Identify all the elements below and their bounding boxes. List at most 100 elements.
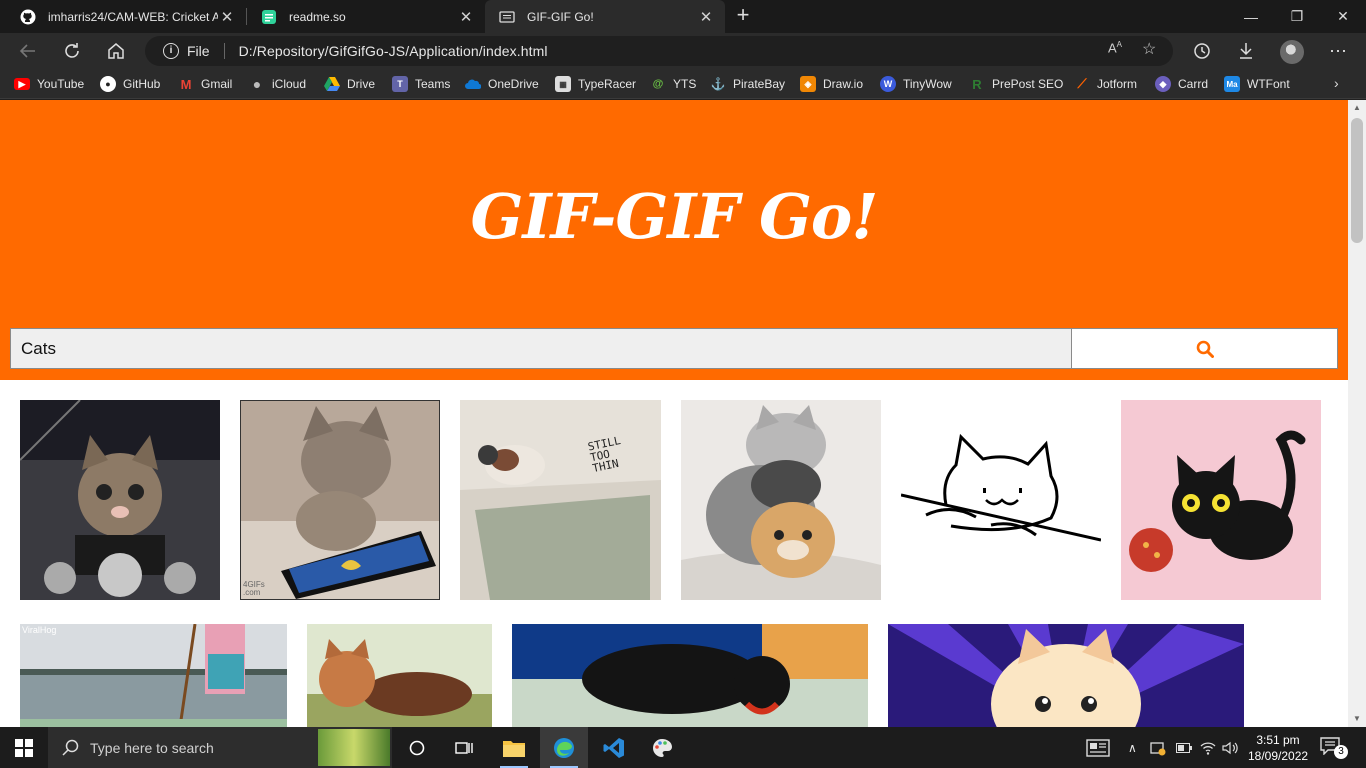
volume-icon[interactable] bbox=[1222, 727, 1238, 768]
github-icon bbox=[20, 9, 36, 25]
search-input[interactable]: Cats bbox=[10, 328, 1072, 369]
tab-strip: imharris24/CAM-WEB: Cricket Ac ✕ readme.… bbox=[0, 0, 1366, 33]
bookmark-carrd[interactable]: ◆ Carrd bbox=[1155, 75, 1208, 93]
minimize-button[interactable]: — bbox=[1228, 0, 1274, 33]
start-button[interactable] bbox=[0, 727, 48, 768]
bookmark-drawio[interactable]: ◈ Draw.io bbox=[800, 75, 863, 93]
search-icon bbox=[62, 739, 79, 756]
drawio-icon: ◈ bbox=[800, 76, 816, 92]
bookmark-typeracer[interactable]: ▦ TypeRacer bbox=[555, 75, 636, 93]
refresh-button[interactable] bbox=[58, 37, 86, 65]
bookmark-drive[interactable]: Drive bbox=[324, 75, 375, 93]
chevron-right-icon[interactable]: › bbox=[1334, 75, 1339, 91]
cat-bathtub-gif[interactable]: STILL TOO THIN bbox=[460, 400, 661, 600]
windows-taskbar: Type here to search ∧ 3:51 pm 18/09/2022 bbox=[0, 727, 1366, 768]
bookmark-teams[interactable]: T Teams bbox=[392, 75, 450, 93]
address-url[interactable]: D:/Repository/GifGifGo-JS/Application/in… bbox=[239, 43, 548, 59]
scroll-up-icon[interactable]: ▲ bbox=[1348, 100, 1366, 116]
history-button[interactable] bbox=[1188, 37, 1216, 65]
bookmark-label: YTS bbox=[673, 77, 697, 91]
bookmark-tinywow[interactable]: W TinyWow bbox=[880, 75, 952, 93]
gif-watermark: 4GIFs .com bbox=[243, 580, 265, 597]
security-icon[interactable] bbox=[1150, 727, 1166, 768]
bookmark-prepostseo[interactable]: R PrePost SEO bbox=[969, 75, 1063, 93]
cortana-button[interactable] bbox=[393, 727, 441, 768]
paddleboard-gif[interactable]: ViralHog bbox=[20, 624, 287, 727]
vscode-icon bbox=[603, 737, 624, 758]
home-icon bbox=[108, 43, 124, 59]
bookmark-wtfont[interactable]: Ma WTFont bbox=[1224, 75, 1290, 93]
bookmark-onedrive[interactable]: OneDrive bbox=[465, 75, 539, 93]
cat-horse-gif[interactable] bbox=[307, 624, 492, 727]
bookmark-youtube[interactable]: ▶ YouTube bbox=[14, 75, 84, 93]
address-divider bbox=[223, 43, 225, 59]
kitten-phone-game-gif[interactable]: 4GIFs .com bbox=[240, 400, 440, 600]
tab-gifgifgo[interactable]: GIF-GIF Go! ✕ bbox=[485, 0, 725, 33]
task-view-button[interactable] bbox=[440, 727, 488, 768]
scroll-down-icon[interactable]: ▼ bbox=[1348, 711, 1366, 727]
profile-avatar[interactable] bbox=[1280, 40, 1304, 64]
drive-icon bbox=[324, 76, 340, 92]
close-tab-icon[interactable]: ✕ bbox=[457, 8, 475, 26]
info-icon[interactable]: i bbox=[163, 43, 179, 59]
typeracer-icon: ▦ bbox=[555, 76, 571, 92]
close-tab-icon[interactable]: ✕ bbox=[697, 8, 715, 26]
tab-github[interactable]: imharris24/CAM-WEB: Cricket Ac ✕ bbox=[6, 0, 246, 33]
cat-drawing-gif[interactable] bbox=[901, 400, 1101, 600]
news-widget-icon[interactable] bbox=[1086, 727, 1110, 768]
notification-center-button[interactable]: 3 bbox=[1320, 737, 1348, 759]
wtfont-icon: Ma bbox=[1224, 76, 1240, 92]
back-button[interactable] bbox=[14, 37, 42, 65]
tab-title: GIF-GIF Go! bbox=[527, 9, 594, 24]
bookmark-label: Drive bbox=[347, 77, 376, 91]
new-tab-button[interactable]: + bbox=[732, 4, 754, 28]
bookmark-gmail[interactable]: M Gmail bbox=[178, 75, 233, 93]
more-menu-button[interactable]: ⋯ bbox=[1324, 37, 1352, 65]
bookmark-yts[interactable]: @ YTS bbox=[650, 75, 697, 93]
close-tab-icon[interactable]: ✕ bbox=[218, 8, 236, 26]
onedrive-icon bbox=[465, 76, 481, 92]
home-button[interactable] bbox=[102, 37, 130, 65]
read-aloud-icon[interactable]: AA bbox=[1108, 40, 1122, 55]
cat-motorcycle-gif[interactable] bbox=[20, 400, 220, 600]
page-title: GIF-GIF Go! bbox=[470, 180, 879, 253]
bookmark-label: PrePost SEO bbox=[992, 77, 1064, 91]
windows-icon bbox=[15, 738, 33, 757]
taskbar-clock[interactable]: 3:51 pm 18/09/2022 bbox=[1248, 732, 1308, 764]
downloads-button[interactable] bbox=[1232, 37, 1260, 65]
page-icon bbox=[499, 9, 515, 25]
folder-icon bbox=[503, 740, 525, 757]
maximize-button[interactable]: ❐ bbox=[1274, 0, 1320, 33]
battery-icon[interactable] bbox=[1176, 727, 1192, 768]
bookmark-label: Carrd bbox=[1178, 77, 1209, 91]
readme-icon bbox=[261, 9, 277, 25]
page-scrollbar[interactable]: ▲ ▼ bbox=[1348, 100, 1366, 727]
search-button[interactable] bbox=[1071, 328, 1338, 369]
arrow-left-icon bbox=[19, 44, 35, 58]
edge-button[interactable] bbox=[540, 727, 588, 768]
tinywow-icon: W bbox=[880, 76, 896, 92]
bookmark-github[interactable]: ● GitHub bbox=[100, 75, 160, 93]
add-favorite-icon[interactable]: ☆ bbox=[1142, 39, 1156, 59]
file-explorer-button[interactable] bbox=[490, 727, 538, 768]
wifi-icon[interactable] bbox=[1200, 727, 1216, 768]
bookmark-jotform[interactable]: ⟋ Jotform bbox=[1074, 75, 1137, 93]
paint-button[interactable] bbox=[638, 727, 686, 768]
taskbar-search[interactable]: Type here to search bbox=[48, 727, 392, 768]
vscode-button[interactable] bbox=[590, 727, 638, 768]
close-window-button[interactable]: ✕ bbox=[1320, 0, 1366, 33]
stacked-cats-gif[interactable] bbox=[681, 400, 881, 600]
bookmark-piratebay[interactable]: ⚓ PirateBay bbox=[710, 75, 786, 93]
bookmark-icloud[interactable]: ● iCloud bbox=[249, 75, 306, 93]
black-kitten-gif[interactable] bbox=[512, 624, 868, 727]
scrollbar-thumb[interactable] bbox=[1351, 118, 1363, 243]
black-cat-cartoon-gif[interactable] bbox=[1121, 400, 1321, 600]
github-icon: ● bbox=[100, 76, 116, 92]
page-viewport: GIF-GIF Go! Cats 4GIFs .com STILL TOO TH… bbox=[0, 100, 1366, 727]
anime-cat-gif[interactable] bbox=[888, 624, 1244, 727]
bookmark-label: OneDrive bbox=[488, 77, 539, 91]
address-bar[interactable]: i File D:/Repository/GifGifGo-JS/Applica… bbox=[145, 36, 1173, 66]
chevron-up-icon[interactable]: ∧ bbox=[1128, 727, 1137, 768]
tab-readme[interactable]: readme.so ✕ bbox=[247, 0, 485, 33]
bookmark-label: WTFont bbox=[1247, 77, 1290, 91]
